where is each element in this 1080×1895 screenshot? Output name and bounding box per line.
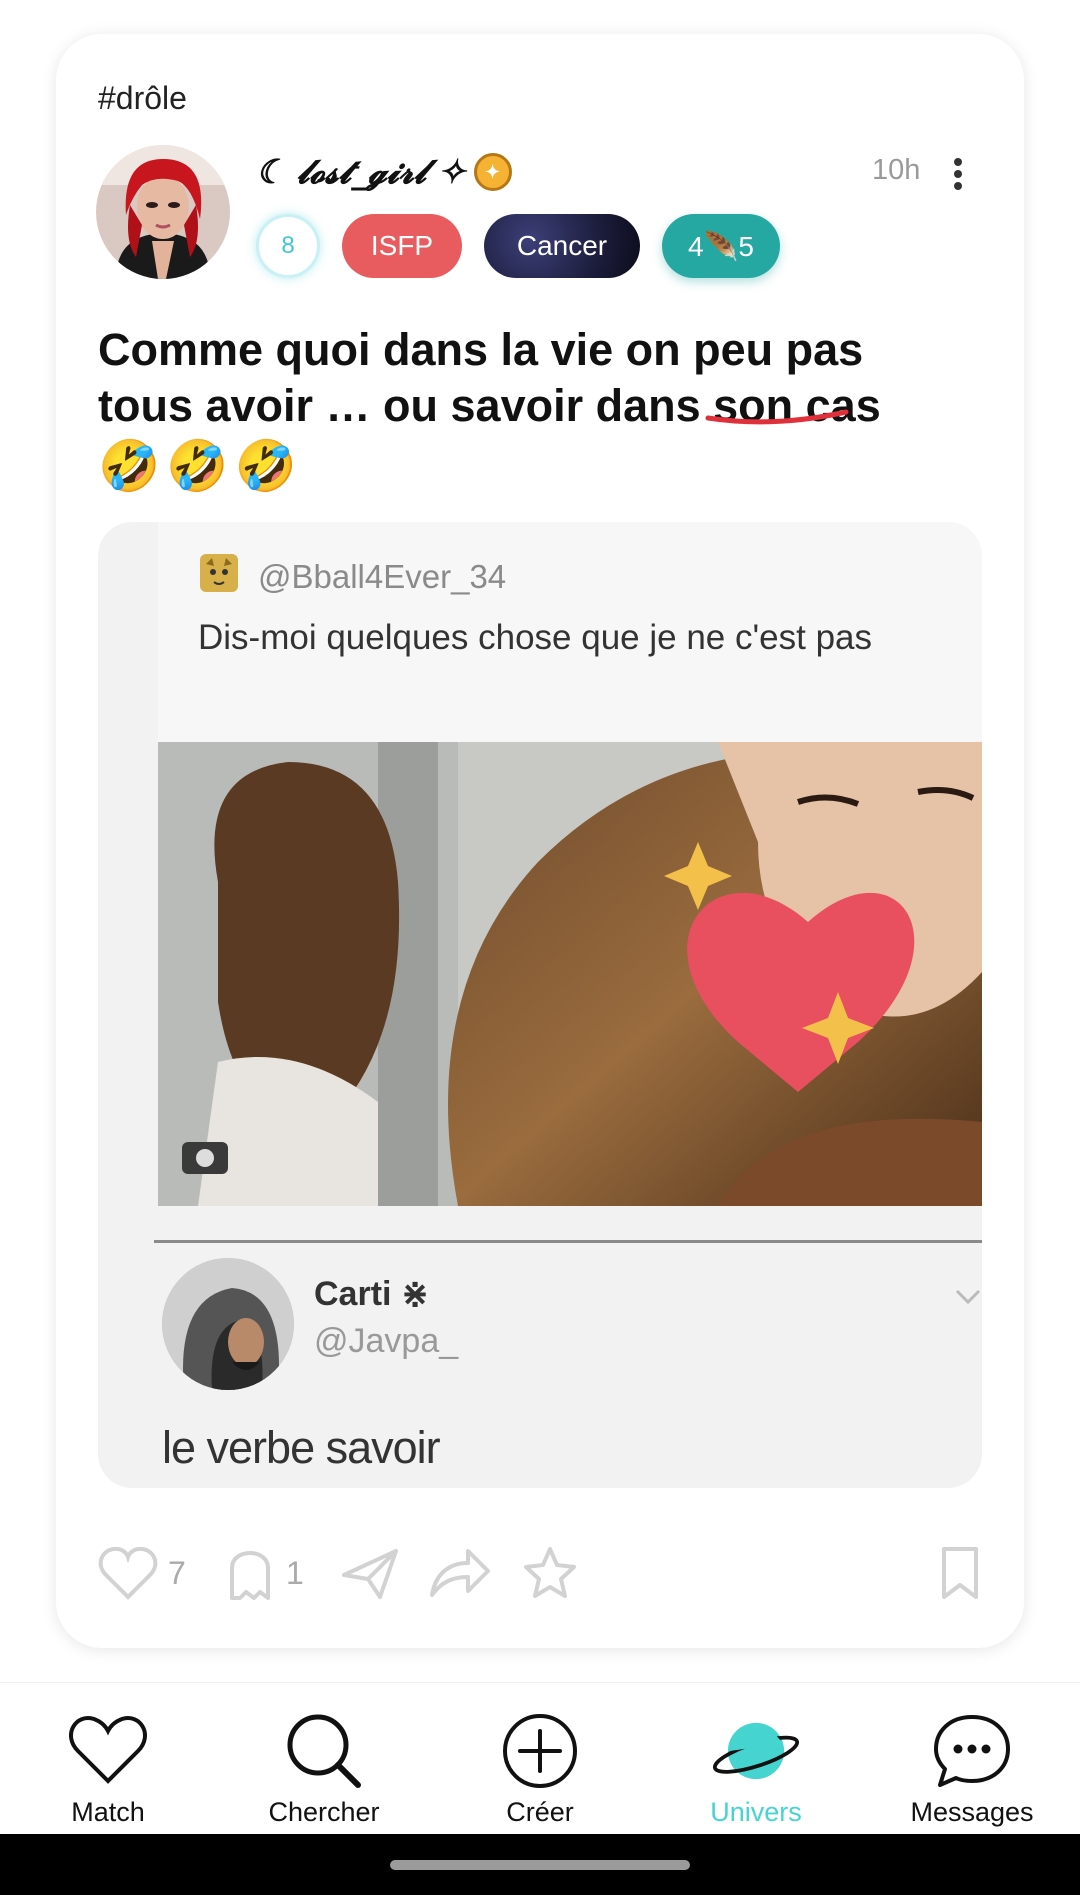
- paper-plane-icon: [342, 1549, 398, 1599]
- heart-icon: [98, 1546, 158, 1600]
- bookmark-action[interactable]: [938, 1538, 982, 1608]
- heart-icon: [63, 1711, 153, 1791]
- comment-action[interactable]: 1: [224, 1538, 304, 1608]
- zodiac-badge[interactable]: Cancer: [484, 214, 640, 278]
- tweet-handle: @Bball4Ever_34: [258, 558, 507, 595]
- reply-handle: @Javpa_: [314, 1322, 459, 1360]
- share-action[interactable]: [428, 1538, 492, 1608]
- tweet-text: Dis-moi quelques chose que je ne c'est p…: [198, 618, 873, 657]
- more-options-icon[interactable]: [946, 154, 970, 194]
- nav-match[interactable]: Match: [0, 1683, 216, 1835]
- tiger-avatar-icon: [200, 554, 238, 592]
- nav-messages-label: Messages: [910, 1797, 1034, 1827]
- bottom-nav: Match Chercher Créer Univers Messages: [0, 1682, 1080, 1834]
- meme-divider: [154, 1240, 982, 1243]
- coin-icon: ✦: [473, 153, 512, 191]
- nav-create-label: Créer: [506, 1797, 574, 1827]
- author-badges: 8 ISFP Cancer 4🪶5: [256, 214, 780, 278]
- nav-messages[interactable]: Messages: [864, 1683, 1080, 1835]
- share-arrow-icon: [430, 1549, 490, 1597]
- bookmark-icon: [942, 1547, 978, 1599]
- post-card: #drôle ☾ 𝓵𝓸𝓼𝓽_𝓰𝓲𝓻𝓵 ✧ ✦ 10h 8 ISFP Cancer…: [56, 34, 1024, 1648]
- ghost-comment-icon: [230, 1551, 270, 1600]
- author-name[interactable]: ☾ 𝓵𝓸𝓼𝓽_𝓰𝓲𝓻𝓵 ✧ ✦: [256, 152, 512, 192]
- post-emojis: 🤣🤣🤣: [98, 438, 303, 494]
- chevron-down-icon: [955, 1289, 981, 1305]
- red-underline-mark: [705, 409, 849, 425]
- rating-badge[interactable]: 4🪶5: [662, 214, 780, 278]
- search-icon: [279, 1711, 369, 1791]
- home-indicator[interactable]: [390, 1860, 690, 1870]
- reply-avatar: [162, 1258, 294, 1390]
- meme-tweet: @Bball4Ever_34 Dis-moi quelques chose qu…: [158, 522, 982, 742]
- reply-text: le verbe savoir: [162, 1422, 441, 1473]
- post-title-line-1: Comme quoi dans la vie on peu pas: [98, 324, 864, 375]
- comment-count: 1: [286, 1554, 304, 1591]
- nav-universe-label: Univers: [710, 1797, 802, 1827]
- post-time: 10h: [872, 154, 921, 186]
- author-name-text: ☾ 𝓵𝓸𝓼𝓽_𝓰𝓲𝓻𝓵 ✧: [256, 152, 466, 191]
- meme-photo: [158, 742, 982, 1206]
- favorite-action[interactable]: [522, 1538, 578, 1608]
- author-avatar[interactable]: [96, 145, 230, 279]
- nav-create[interactable]: Créer: [432, 1683, 648, 1835]
- nav-universe[interactable]: Univers: [648, 1683, 864, 1835]
- post-hashtag[interactable]: #drôle: [98, 80, 187, 117]
- send-action[interactable]: [340, 1538, 400, 1608]
- enneagram-badge[interactable]: 8: [256, 214, 320, 278]
- star-icon: [524, 1547, 576, 1598]
- screen: #drôle ☾ 𝓵𝓸𝓼𝓽_𝓰𝓲𝓻𝓵 ✧ ✦ 10h 8 ISFP Cancer…: [0, 0, 1080, 1895]
- mbti-badge[interactable]: ISFP: [342, 214, 462, 278]
- planet-icon: [711, 1711, 801, 1791]
- post-actions: 7 1: [98, 1538, 982, 1608]
- reply-name: Carti ⋇: [314, 1275, 430, 1313]
- system-navigation-bar: [0, 1834, 1080, 1895]
- like-action[interactable]: 7: [98, 1538, 186, 1608]
- plus-circle-icon: [495, 1711, 585, 1791]
- like-count: 7: [168, 1554, 186, 1591]
- nav-match-label: Match: [71, 1797, 145, 1827]
- meme-image[interactable]: @Bball4Ever_34 Dis-moi quelques chose qu…: [98, 522, 982, 1488]
- nav-search[interactable]: Chercher: [216, 1683, 432, 1835]
- nav-search-label: Chercher: [268, 1797, 380, 1827]
- chat-bubble-icon: [927, 1711, 1017, 1791]
